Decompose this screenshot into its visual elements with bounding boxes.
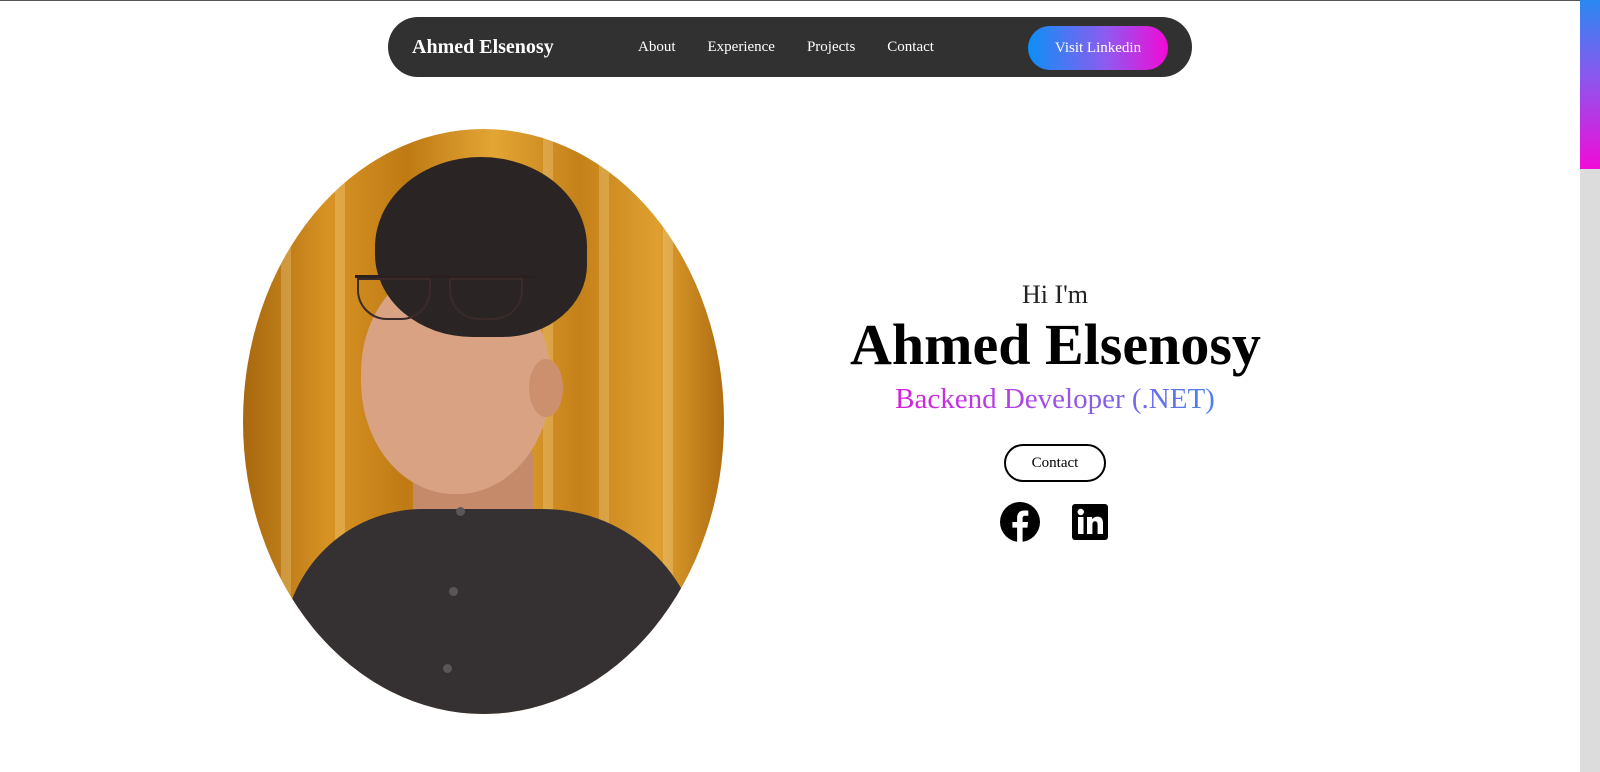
scrollbar-thumb[interactable] — [1580, 0, 1600, 169]
nav-link-about[interactable]: About — [638, 39, 676, 56]
nav-link-experience[interactable]: Experience — [708, 39, 775, 56]
hero-role: Backend Developer (.NET) — [850, 380, 1260, 418]
brand-logo[interactable]: Ahmed Elsenosy — [412, 17, 554, 77]
navbar: Ahmed Elsenosy About Experience Projects… — [388, 17, 1192, 77]
nav-links: About Experience Projects Contact — [638, 17, 966, 77]
social-links — [850, 502, 1260, 542]
facebook-icon[interactable] — [1000, 502, 1040, 542]
hero-greeting: Hi I'm — [1021, 280, 1089, 309]
profile-photo — [243, 129, 724, 714]
hero-section: Hi I'm Ahmed Elsenosy Backend Developer … — [850, 280, 1261, 542]
contact-button[interactable]: Contact — [1004, 444, 1106, 482]
nav-link-projects[interactable]: Projects — [807, 39, 855, 56]
page-top-border — [0, 0, 1580, 1]
hero-name: Ahmed Elsenosy — [850, 312, 1261, 377]
linkedin-icon[interactable] — [1070, 502, 1110, 542]
visit-linkedin-button[interactable]: Visit Linkedin — [1028, 26, 1168, 70]
nav-link-contact[interactable]: Contact — [887, 39, 934, 56]
